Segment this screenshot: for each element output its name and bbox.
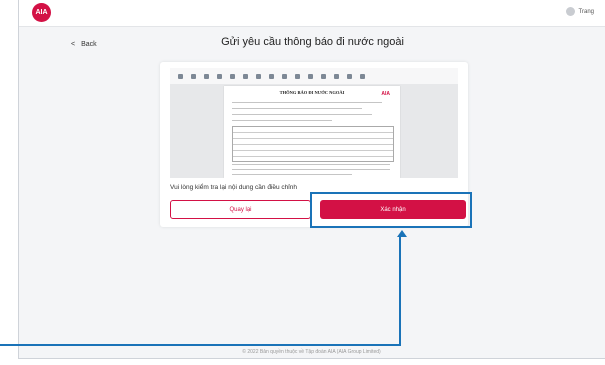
next-page-icon[interactable]	[204, 73, 209, 79]
user-avatar-icon	[565, 7, 575, 16]
app-window: AIA Trang < Back Gửi yêu cầu thông báo đ…	[18, 0, 605, 359]
document-logo: AIA	[381, 91, 390, 97]
prev-page-icon[interactable]	[191, 73, 196, 79]
user-menu[interactable]: Trang	[565, 7, 594, 16]
settings-icon[interactable]	[347, 73, 352, 79]
review-hint: Vui lòng kiểm tra lại nội dung cần điều …	[170, 184, 297, 191]
confirm-highlight-box	[310, 192, 472, 228]
document-page: THÔNG BÁO ĐI NƯỚC NGOÀI AIA	[224, 86, 400, 178]
download-icon[interactable]	[321, 73, 326, 79]
search-icon[interactable]	[269, 73, 274, 79]
hand-tool-icon[interactable]	[256, 73, 261, 79]
document-line	[232, 169, 390, 170]
document-table	[232, 126, 394, 162]
highlight-icon[interactable]	[308, 73, 313, 79]
rotate-icon[interactable]	[282, 73, 287, 79]
menu-icon[interactable]	[360, 73, 365, 79]
sidebar-toggle-icon[interactable]	[178, 73, 183, 79]
pointer-line-vertical	[399, 236, 401, 346]
pointer-line-horizontal	[0, 344, 401, 346]
user-name: Trang	[578, 8, 594, 15]
back-button[interactable]: Quay lại	[170, 200, 311, 219]
page-title: Gửi yêu cầu thông báo đi nước ngoài	[221, 36, 404, 48]
document-line	[232, 164, 390, 165]
select-icon[interactable]	[295, 73, 300, 79]
document-line	[232, 120, 332, 121]
zoom-in-icon[interactable]	[230, 73, 235, 79]
aia-logo: AIA	[32, 3, 51, 22]
pdf-toolbar	[170, 68, 458, 84]
document-line	[232, 174, 352, 175]
zoom-out-icon[interactable]	[217, 73, 222, 79]
fit-page-icon[interactable]	[243, 73, 248, 79]
document-line	[232, 114, 372, 115]
footer-copyright: © 2022 Bản quyền thuộc về Tập đoàn AIA (…	[242, 349, 381, 355]
pdf-viewer[interactable]: THÔNG BÁO ĐI NƯỚC NGOÀI AIA	[170, 68, 458, 178]
document-line	[232, 102, 382, 103]
document-line	[232, 108, 362, 109]
print-icon[interactable]	[334, 73, 339, 79]
document-title: THÔNG BÁO ĐI NƯỚC NGOÀI	[279, 90, 345, 95]
top-bar: AIA Trang	[19, 0, 605, 27]
table-row	[233, 151, 393, 157]
